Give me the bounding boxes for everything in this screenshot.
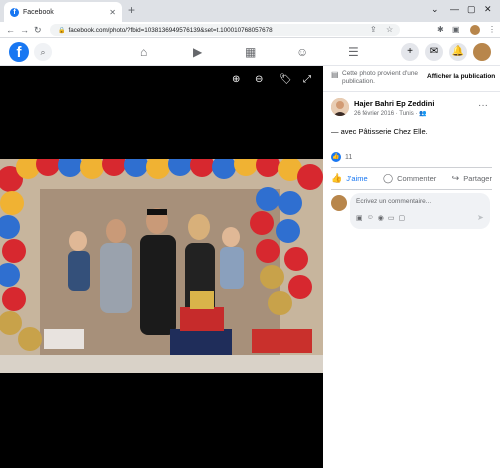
window-close-icon[interactable]: ✕ (484, 4, 492, 15)
thumbs-up-icon: 👍 (331, 172, 343, 183)
post-tag-line: — avec Pâtisserie Chez Elle. (331, 127, 428, 136)
groups-icon[interactable]: ☺ (296, 45, 308, 59)
new-tab-icon[interactable]: + (128, 4, 135, 16)
comment-icon: ◯ (383, 172, 394, 183)
info-icon: ▤ (331, 70, 339, 79)
sticker-icon[interactable]: ▢ (399, 214, 406, 222)
browser-menu-icon[interactable]: ⋮ (488, 24, 496, 36)
messenger-icon[interactable]: ✉ (425, 43, 443, 61)
maximize-icon[interactable]: ▢ (467, 4, 476, 15)
friends-audience-icon: 👥 (419, 111, 427, 117)
menu-icon[interactable]: ☰ (348, 45, 359, 59)
side-panel-icon[interactable]: ▣ (452, 24, 460, 36)
tag-icon[interactable]: 🏷 (279, 74, 292, 85)
zoom-in-icon[interactable]: ⊕ (232, 74, 240, 85)
like-reaction-icon: 👍 (331, 152, 341, 162)
post-notice: ▤ Cette photo provient d'une publication… (323, 66, 500, 92)
post-date[interactable]: 26 février 2016 · Tunis · (354, 111, 419, 117)
browser-tab[interactable]: f Facebook ✕ (4, 2, 122, 22)
notifications-icon[interactable]: 🔔 (449, 43, 467, 61)
gif-icon[interactable]: ▭ (388, 214, 395, 222)
tab-title: Facebook (23, 8, 54, 16)
facebook-navbar: f ⌕ ⌂ ▶ ▦ ☺ ☰ + ✉ 🔔 (0, 38, 500, 66)
camera-icon[interactable]: ◉ (378, 214, 384, 222)
share-page-icon[interactable]: ⇪ (370, 24, 377, 36)
post-panel: ▤ Cette photo provient d'une publication… (323, 66, 500, 468)
comment-input[interactable] (356, 198, 484, 205)
with-suffix: . (425, 127, 428, 136)
tab-close-icon[interactable]: ✕ (109, 8, 116, 17)
author-avatar-image (331, 98, 349, 116)
fullscreen-icon[interactable]: ⤢ (303, 74, 311, 85)
divider (331, 167, 492, 168)
notice-text: Cette photo provient d'une publication. (342, 70, 419, 85)
address-bar[interactable]: 🔒 facebook.com/photo/?fbid=1038136949576… (50, 24, 400, 36)
share-button[interactable]: ↪ Partager (452, 169, 492, 187)
comment-tools: ▣ ☺ ◉ ▭ ▢ (356, 214, 405, 222)
avatar-sticker-icon[interactable]: ▣ (356, 214, 363, 222)
send-icon[interactable]: ➤ (477, 213, 484, 222)
tagged-page-link[interactable]: Pâtisserie Chez Elle (359, 127, 426, 136)
minimize-icon[interactable]: — (450, 4, 459, 14)
comment-label: Commenter (397, 173, 437, 183)
comment-button[interactable]: ◯ Commenter (383, 169, 436, 187)
profile-avatar[interactable] (470, 25, 480, 35)
forward-icon[interactable]: → (20, 24, 29, 36)
reload-icon[interactable]: ↻ (34, 24, 42, 36)
like-count: 11 (345, 153, 353, 161)
bookmark-star-icon[interactable]: ☆ (386, 24, 393, 36)
author-name[interactable]: Hajer Bahri Ep Zeddini (354, 99, 434, 108)
reactions-summary[interactable]: 👍 11 (331, 152, 352, 162)
watch-icon[interactable]: ▶ (193, 45, 202, 59)
like-label: J'aime (346, 173, 368, 183)
like-button[interactable]: 👍 J'aime (331, 169, 368, 187)
post-photo[interactable] (0, 159, 323, 373)
author-avatar[interactable] (331, 98, 349, 116)
view-post-link[interactable]: Afficher la publication (427, 73, 495, 80)
photo-viewer: ⊕ ⊖ 🏷 ⤢ (0, 66, 323, 468)
create-icon[interactable]: + (401, 43, 419, 61)
browser-toolbar: ← → ↻ 🔒 facebook.com/photo/?fbid=1038136… (0, 22, 500, 38)
url-text: facebook.com/photo/?fbid=103813694957613… (68, 26, 273, 34)
search-icon[interactable]: ⌕ (34, 43, 52, 61)
facebook-logo[interactable]: f (9, 42, 29, 62)
chevron-down-icon[interactable]: ⌄ (431, 4, 439, 15)
zoom-out-icon[interactable]: ⊖ (255, 74, 263, 85)
share-icon: ↪ (451, 172, 460, 183)
extensions-icon[interactable]: ✱ (437, 24, 444, 36)
with-prefix: — avec (331, 127, 359, 136)
account-icon[interactable] (473, 43, 491, 61)
party-photo-image (0, 159, 323, 373)
comment-composer: ▣ ☺ ◉ ▭ ▢ ➤ (350, 193, 490, 229)
post-actions: 👍 J'aime ◯ Commenter ↪ Partager (331, 169, 492, 187)
user-avatar[interactable] (331, 195, 347, 211)
browser-titlebar: f Facebook ✕ + ⌄ — ▢ ✕ (0, 0, 500, 22)
divider (331, 189, 492, 190)
emoji-icon[interactable]: ☺ (367, 214, 374, 222)
marketplace-icon[interactable]: ▦ (245, 45, 256, 59)
back-icon[interactable]: ← (6, 24, 15, 36)
lock-icon: 🔒 (58, 27, 66, 34)
share-label: Partager (463, 173, 492, 183)
post-meta: 26 février 2016 · Tunis · 👥 (354, 110, 427, 117)
more-options-icon[interactable]: ··· (478, 100, 488, 111)
home-icon[interactable]: ⌂ (140, 45, 147, 59)
facebook-favicon-icon: f (10, 7, 19, 17)
